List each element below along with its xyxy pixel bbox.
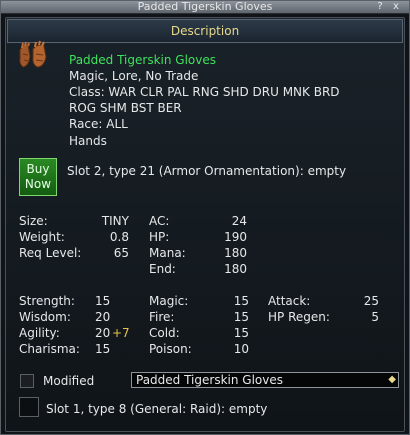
attr-value-charisma: 15	[95, 342, 111, 356]
buy-now-label-line-2: Now	[24, 177, 52, 191]
item-race: Race: ALL	[69, 117, 128, 131]
item-window: Padded Tigerskin Gloves ? x Description …	[0, 0, 410, 435]
attr-label-poison: Poison:	[149, 342, 192, 356]
appearance-select-value: Padded Tigerskin Gloves	[136, 373, 283, 387]
description-header-label: Description	[170, 24, 240, 38]
stat-label-ac: AC:	[149, 214, 170, 228]
attr-label-fire: Fire:	[149, 310, 175, 324]
stat-value-req-level: 65	[113, 246, 129, 260]
attr-value-cold: 15	[233, 326, 249, 340]
stat-label-size: Size:	[19, 214, 48, 228]
attr-label-strength: Strength:	[19, 294, 75, 308]
attr-value-poison: 10	[233, 342, 249, 356]
attr-label-attack: Attack:	[268, 294, 311, 308]
attr-label-cold: Cold:	[149, 326, 180, 340]
item-flags: Magic, Lore, No Trade	[69, 69, 199, 83]
close-button[interactable]: x	[391, 2, 401, 12]
attr-bonus-agility: +7	[112, 326, 130, 340]
attr-value-attack: 25	[363, 294, 379, 308]
attr-value-magic: 15	[233, 294, 249, 308]
gloves-icon	[19, 40, 47, 68]
attr-value-wisdom: 20	[95, 310, 111, 324]
attr-label-charisma: Charisma:	[19, 342, 80, 356]
attr-value-agility: 20	[95, 326, 111, 340]
augment-slot-1: Slot 1, type 8 (General: Raid): empty	[46, 402, 268, 416]
stat-value-hp: 190	[224, 230, 247, 244]
modified-label: Modified	[43, 374, 95, 388]
modified-checkbox[interactable]	[20, 374, 34, 388]
stat-value-end: 180	[224, 262, 247, 276]
augment-slot-1-box[interactable]	[19, 397, 39, 417]
buy-now-label-line-1: Buy	[26, 162, 50, 176]
attr-label-agility: Agility:	[19, 326, 60, 340]
attr-label-wisdom: Wisdom:	[19, 310, 71, 324]
stat-value-weight: 0.8	[109, 230, 129, 244]
stat-value-mana: 180	[224, 246, 247, 260]
stat-label-req-level: Req Level:	[19, 246, 82, 260]
stat-label-hp: HP:	[149, 230, 170, 244]
stat-value-ac: 24	[231, 214, 247, 228]
description-header: Description	[7, 19, 403, 43]
item-classes-line-2: ROG SHM BST BER	[69, 101, 182, 115]
attr-label-hp-regen: HP Regen:	[268, 310, 330, 324]
window-title: Padded Tigerskin Gloves	[137, 0, 273, 13]
stat-label-mana: Mana:	[149, 246, 186, 260]
attr-value-hp-regen: 5	[371, 310, 379, 324]
appearance-select[interactable]: Padded Tigerskin Gloves ◆	[131, 372, 399, 388]
attr-value-strength: 15	[95, 294, 111, 308]
stat-label-end: End:	[149, 262, 176, 276]
item-name: Padded Tigerskin Gloves	[69, 53, 216, 67]
stat-label-weight: Weight:	[19, 230, 65, 244]
buy-now-button[interactable]: Buy Now	[19, 158, 57, 196]
attr-value-fire: 15	[233, 310, 249, 324]
augment-slot-2: Slot 2, type 21 (Armor Ornamentation): e…	[67, 164, 347, 178]
stat-value-size: TINY	[101, 214, 129, 228]
attr-label-magic: Magic:	[149, 294, 189, 308]
help-button[interactable]: ?	[375, 2, 385, 12]
item-slot: Hands	[69, 134, 107, 148]
title-bar[interactable]: Padded Tigerskin Gloves ? x	[1, 0, 409, 14]
item-classes-line-1: Class: WAR CLR PAL RNG SHD DRU MNK BRD	[69, 85, 340, 99]
chevron-up-down-icon: ◆	[388, 374, 396, 385]
